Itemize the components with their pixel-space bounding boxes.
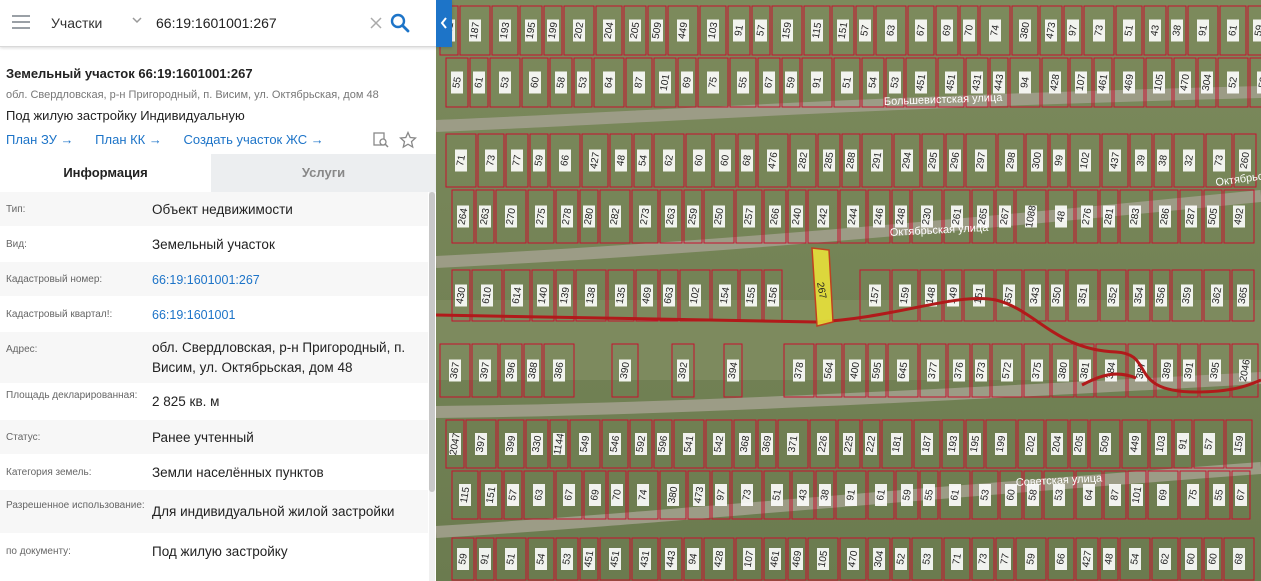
- row-label: Категория земель:: [6, 467, 92, 478]
- cadastral-map[interactable]: 1811871931951992022042055094491039157159…: [436, 0, 1261, 581]
- collapse-panel-button[interactable]: [436, 0, 452, 47]
- scrollbar-thumb[interactable]: [429, 192, 435, 492]
- row-value: Под жилую застройку: [152, 544, 288, 559]
- search-icon[interactable]: [390, 13, 410, 33]
- tab-services[interactable]: Услуги: [211, 154, 436, 192]
- row-land-category: Категория земель: Земли населённых пункт…: [0, 455, 428, 490]
- plan-kk-link[interactable]: План КК →: [95, 132, 162, 147]
- row-label: Вид:: [6, 239, 27, 250]
- object-purpose: Под жилую застройку Индивидуальную: [6, 108, 245, 123]
- row-type: Тип: Объект недвижимости: [0, 192, 428, 227]
- panel-tabs: Информация Услуги: [0, 154, 436, 192]
- row-value: Ранее учтенный: [152, 430, 254, 445]
- row-label: Статус:: [6, 432, 41, 443]
- row-label: Площадь декларированная:: [6, 390, 138, 401]
- info-table: Тип: Объект недвижимости Вид: Земельный …: [0, 192, 428, 574]
- row-kind: Вид: Земельный участок: [0, 227, 428, 262]
- plan-zu-link[interactable]: План ЗУ →: [6, 132, 74, 147]
- tab-information[interactable]: Информация: [0, 154, 211, 192]
- cadastral-quarter-link[interactable]: 66:19:1601001: [152, 305, 424, 325]
- chevron-left-icon: [440, 17, 447, 29]
- close-icon[interactable]: [369, 16, 383, 30]
- row-status: Статус: Ранее учтенный: [0, 420, 428, 455]
- row-label: Кадастровый номер:: [6, 274, 103, 285]
- object-title: Земельный участок 66:19:1601001:267: [6, 66, 253, 81]
- row-label: по документу:: [6, 546, 71, 557]
- row-cadastral-quarter: Кадастровый квартал!: 66:19:1601001: [0, 297, 428, 332]
- row-label: Адрес:: [6, 344, 38, 355]
- search-document-icon[interactable]: [372, 131, 390, 149]
- row-value: обл. Свердловская, р-н Пригородный, п. В…: [152, 340, 406, 375]
- row-label: Кадастровый квартал!:: [6, 309, 113, 320]
- row-value: Земли населённых пунктов: [152, 465, 324, 480]
- action-links: План ЗУ → План КК → Создать участок ЖС →: [6, 132, 342, 147]
- row-label: Разрешенное использование:: [6, 500, 145, 511]
- row-area: Площадь декларированная: 2 825 кв. м: [0, 384, 428, 420]
- star-icon[interactable]: [398, 130, 418, 149]
- panel-scrollbar[interactable]: [429, 192, 435, 581]
- info-panel: Земельный участок 66:19:1601001:267 обл.…: [0, 0, 436, 581]
- create-parcel-link[interactable]: Создать участок ЖС →: [184, 132, 324, 147]
- row-by-document: по документу: Под жилую застройку: [0, 534, 428, 574]
- map-canvas[interactable]: 1811871931951992022042055094491039157159…: [436, 0, 1261, 581]
- row-label: Тип:: [6, 204, 26, 215]
- row-value: Земельный участок: [152, 237, 275, 252]
- row-address: Адрес: обл. Свердловская, р-н Пригородны…: [0, 332, 428, 384]
- search-input[interactable]: [156, 12, 361, 34]
- cadastral-number-link[interactable]: 66:19:1601001:267: [152, 270, 424, 290]
- search-bar: Участки: [0, 0, 452, 47]
- row-value: Объект недвижимости: [152, 202, 293, 217]
- row-cadastral-number: Кадастровый номер: 66:19:1601001:267: [0, 262, 428, 297]
- parcel-label: 59: [1253, 24, 1261, 37]
- row-value: 2 825 кв. м: [152, 394, 220, 409]
- chevron-down-icon[interactable]: [131, 14, 143, 26]
- object-address: обл. Свердловская, р-н Пригородный, п. В…: [6, 89, 379, 101]
- layer-select[interactable]: Участки: [51, 15, 102, 31]
- row-value: Для индивидуальной жилой застройки: [152, 504, 395, 519]
- row-permitted-use: Разрешенное использование: Для индивидуа…: [0, 490, 428, 534]
- menu-icon[interactable]: [12, 15, 30, 29]
